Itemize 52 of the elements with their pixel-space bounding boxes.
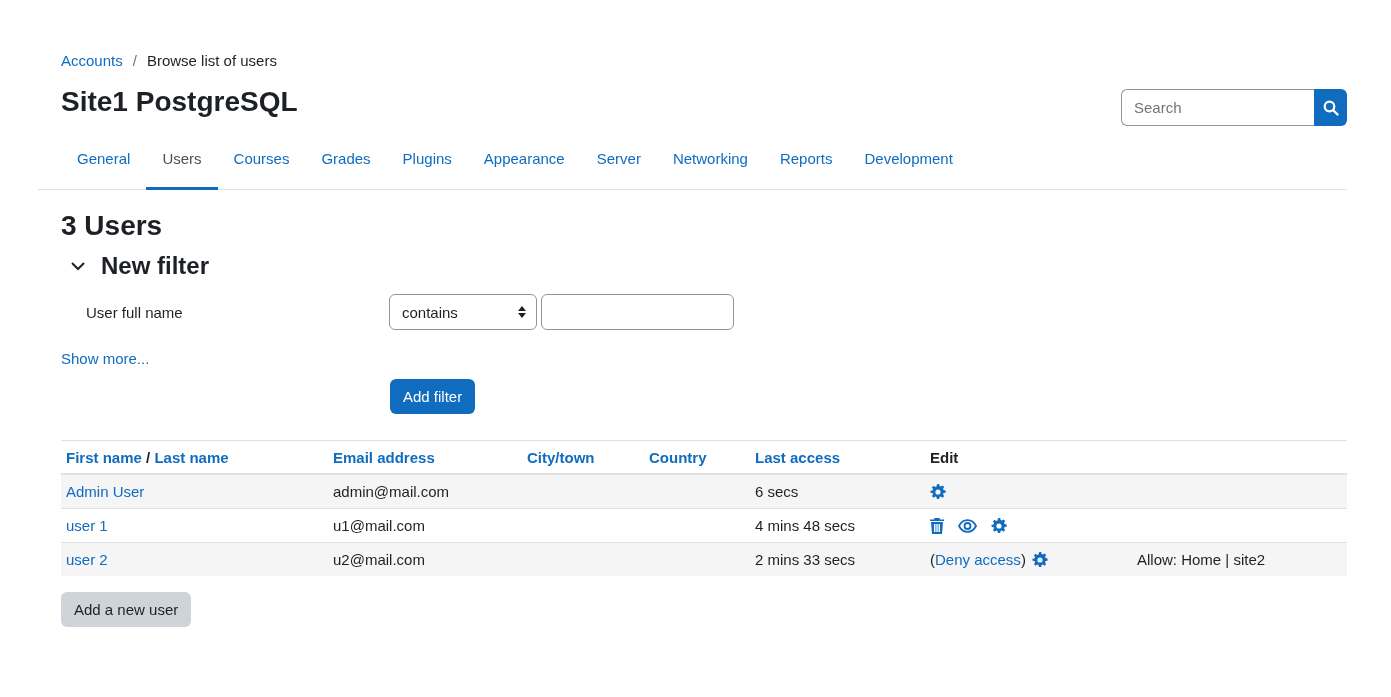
allow-note: Allow: Home | site2 bbox=[1137, 551, 1266, 568]
search-field[interactable]: Search bbox=[1121, 89, 1314, 126]
settings-icon[interactable] bbox=[991, 517, 1007, 534]
bracket-text: ( bbox=[930, 551, 935, 568]
settings-icon[interactable] bbox=[930, 483, 946, 500]
sort-caret-icon bbox=[518, 306, 526, 318]
nav-tab[interactable]: Appearance bbox=[467, 140, 581, 190]
add-user-button[interactable]: Add a new user bbox=[61, 592, 192, 627]
breadcrumb-separator: / bbox=[132, 52, 137, 69]
sort-header-link[interactable]: Last access bbox=[755, 449, 841, 466]
nav-tab[interactable]: Grades bbox=[305, 140, 387, 190]
search-icon bbox=[1322, 99, 1339, 116]
eye-icon[interactable] bbox=[958, 518, 977, 533]
breadcrumb-current: Browse list of users bbox=[146, 52, 277, 69]
sort-header-link[interactable]: First name bbox=[66, 449, 142, 466]
show-more-link[interactable]: Show more... bbox=[61, 350, 150, 367]
filter-heading: New filter bbox=[101, 252, 210, 280]
sort-header-link[interactable]: City/town bbox=[527, 449, 595, 466]
last-access-cell: 6 secs bbox=[755, 483, 799, 500]
nav-tab[interactable]: Server bbox=[580, 140, 657, 190]
nav-tab[interactable]: Reports bbox=[763, 140, 849, 190]
bracket-text: ) bbox=[1020, 551, 1026, 568]
deny-access-link[interactable]: Deny access bbox=[935, 551, 1021, 568]
column-header: Edit bbox=[930, 449, 959, 466]
sort-header-link[interactable]: Last name bbox=[154, 449, 229, 466]
user-name-link[interactable]: Admin User bbox=[66, 483, 145, 500]
nav-tab[interactable]: Courses bbox=[217, 140, 306, 190]
nav-tab[interactable]: Users bbox=[146, 140, 218, 190]
last-access-cell: 4 mins 48 secs bbox=[755, 517, 856, 534]
sort-header-link[interactable]: Country bbox=[649, 449, 707, 466]
last-access-cell: 2 mins 33 secs bbox=[755, 551, 856, 568]
sort-header-link[interactable]: Email address bbox=[333, 449, 435, 466]
users-heading: 3 Users bbox=[61, 210, 164, 242]
email-cell: u2@mail.com bbox=[333, 551, 425, 568]
user-name-link[interactable]: user 2 bbox=[66, 551, 108, 568]
trash-icon[interactable] bbox=[930, 517, 944, 534]
site-title: Site1 PostgreSQL bbox=[61, 85, 298, 118]
field-label: User full name bbox=[85, 303, 184, 321]
nav-tab[interactable]: Networking bbox=[656, 140, 764, 190]
name-input-field[interactable] bbox=[541, 294, 734, 330]
breadcrumb-link[interactable]: Accounts bbox=[61, 52, 123, 69]
search-button[interactable] bbox=[1314, 89, 1347, 126]
email-cell: admin@mail.com bbox=[333, 483, 450, 500]
email-cell: u1@mail.com bbox=[333, 517, 425, 534]
nav-tab[interactable]: Development bbox=[848, 140, 969, 190]
nav-tab[interactable]: Plugins bbox=[386, 140, 468, 190]
settings-icon[interactable] bbox=[1031, 551, 1048, 568]
header-separator: / bbox=[145, 449, 152, 466]
user-name-link[interactable]: user 1 bbox=[66, 517, 108, 534]
operator-select[interactable]: contains bbox=[389, 294, 537, 330]
add-filter-button[interactable]: Add filter bbox=[390, 379, 476, 414]
nav-tab[interactable]: General bbox=[61, 140, 147, 190]
